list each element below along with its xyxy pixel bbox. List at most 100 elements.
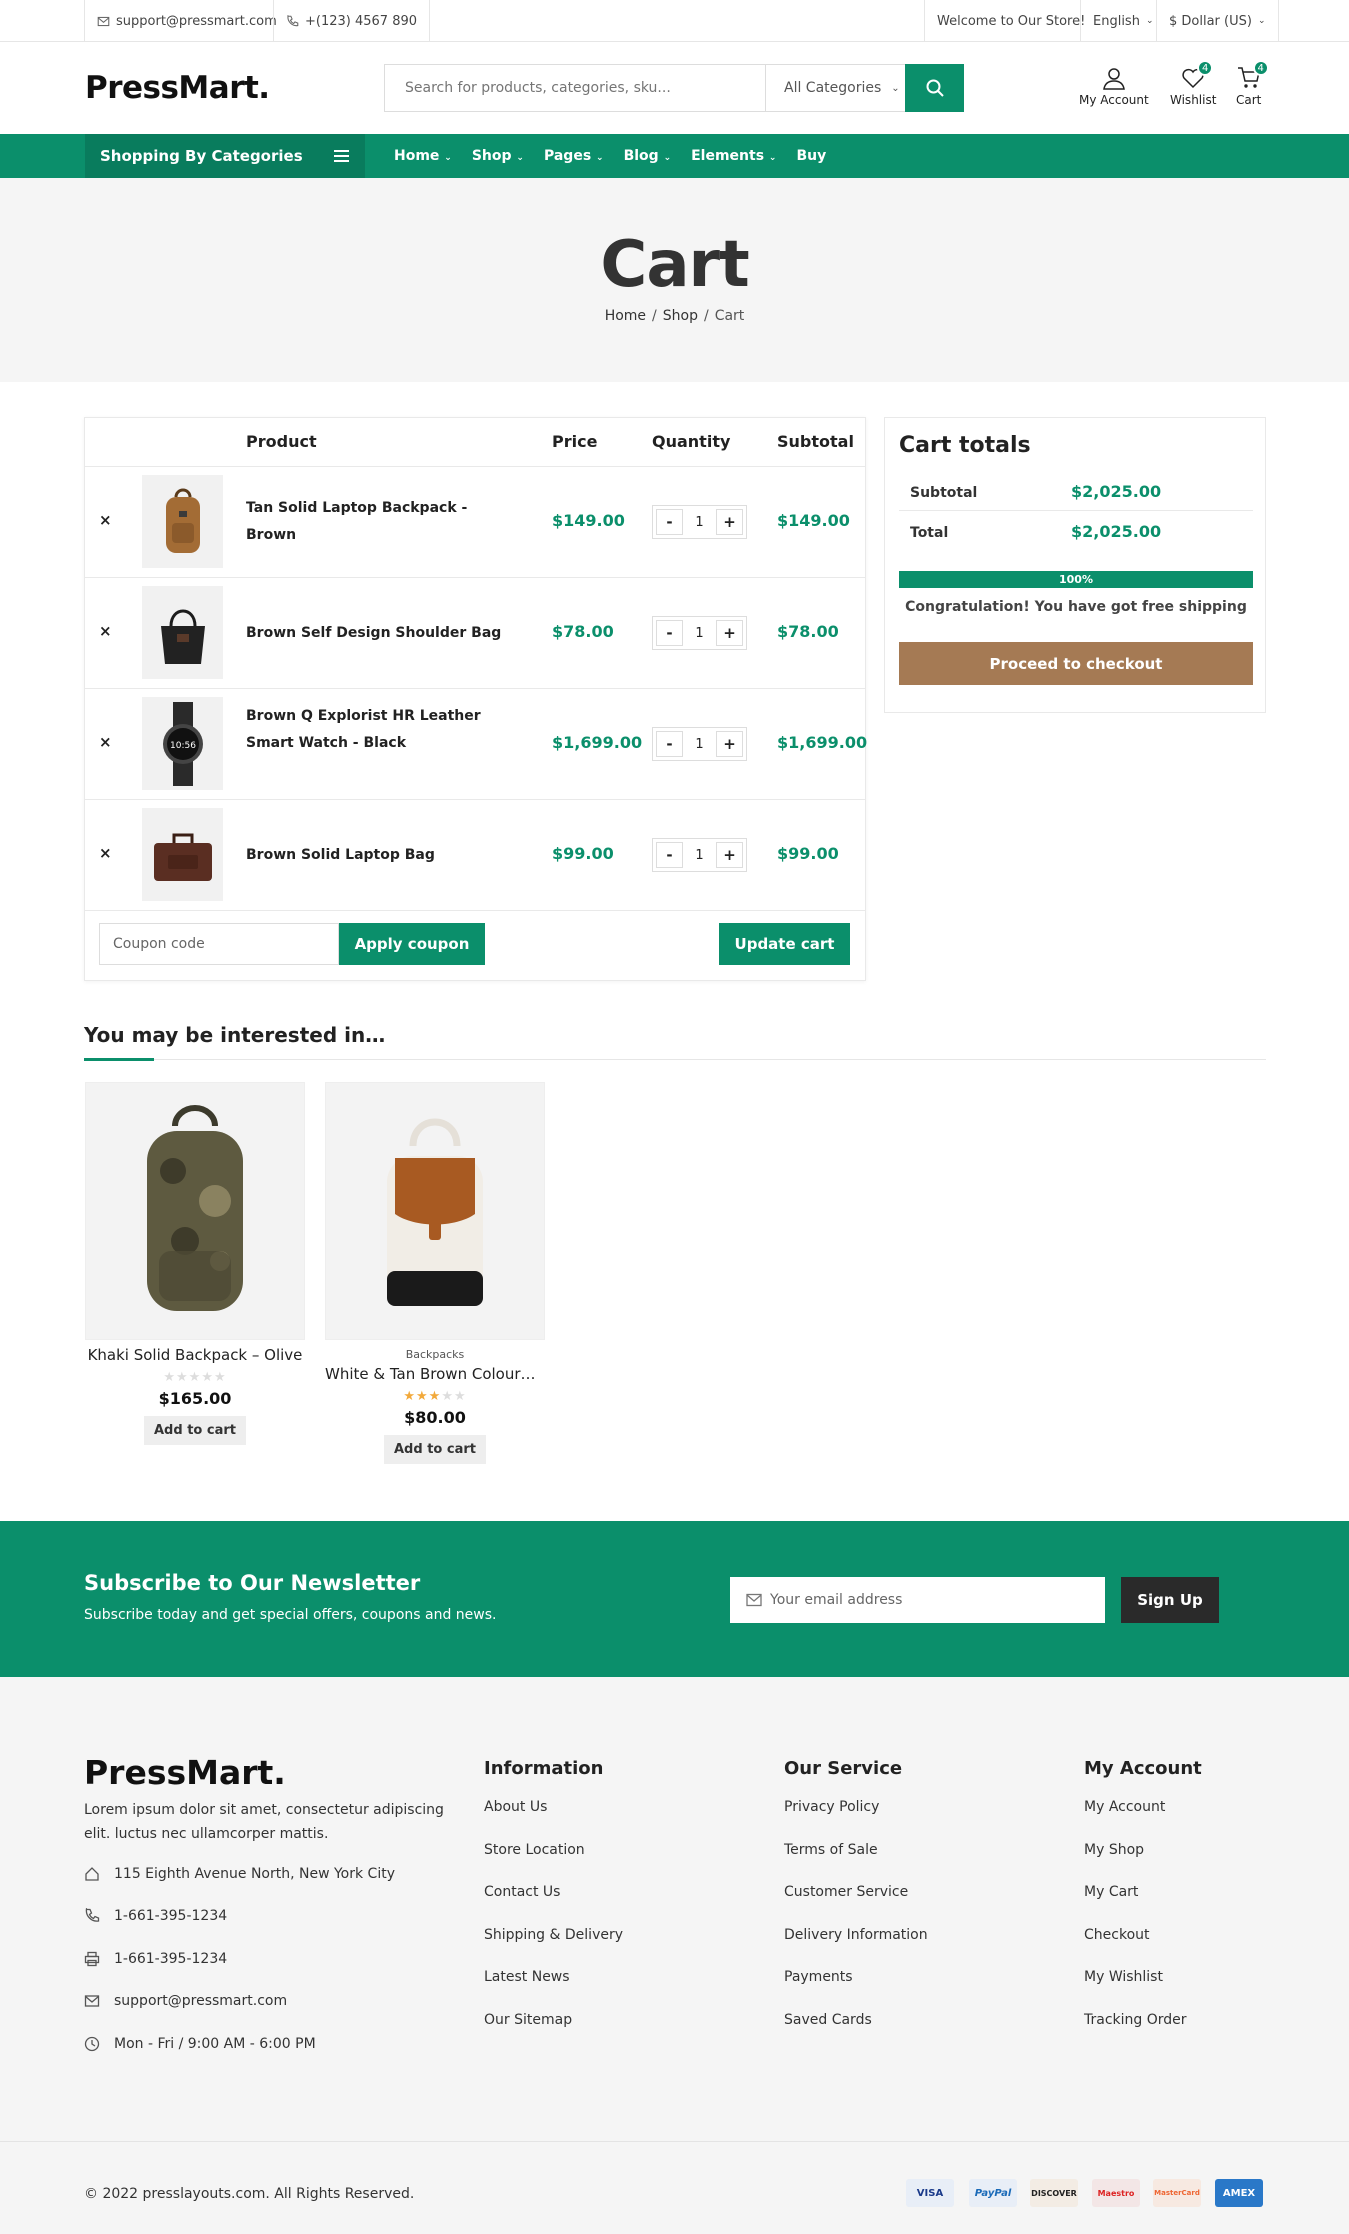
footer-link[interactable]: Privacy Policy xyxy=(784,1799,928,1842)
footer-link[interactable]: Our Sitemap xyxy=(484,2012,623,2055)
breadcrumb-home[interactable]: Home xyxy=(605,308,646,324)
phone-icon xyxy=(287,14,299,26)
product-thumbnail[interactable] xyxy=(142,808,223,901)
remove-item-button[interactable]: × xyxy=(99,622,112,640)
product-card: Backpacks White & Tan Brown Colourblocke… xyxy=(325,1082,545,1464)
mastercard-icon: MasterCard xyxy=(1153,2179,1201,2207)
remove-item-button[interactable]: × xyxy=(99,733,112,751)
product-name-link[interactable]: Brown Solid Laptop Bag xyxy=(246,842,506,869)
breadcrumb-shop[interactable]: Shop xyxy=(663,308,698,324)
language-select[interactable]: English ⌄ xyxy=(1080,0,1166,42)
rating-stars: ★★★★★ xyxy=(325,1389,545,1404)
cart-totals-title: Cart totals xyxy=(899,433,1031,458)
currency-select[interactable]: $ Dollar (US) ⌄ xyxy=(1156,0,1279,42)
account-link[interactable]: My Account xyxy=(1079,66,1149,107)
topbar-phone-text: +(123) 4567 890 xyxy=(305,13,418,29)
increment-button[interactable]: + xyxy=(716,620,743,646)
product-name-link[interactable]: Tan Solid Laptop Backpack - Brown xyxy=(246,495,506,549)
newsletter-email-input[interactable]: Your email address xyxy=(730,1577,1105,1623)
address-text: 115 Eighth Avenue North, New York City xyxy=(114,1866,395,1882)
item-price: $1,699.00 xyxy=(552,733,643,752)
search-button[interactable] xyxy=(905,64,964,112)
update-cart-button[interactable]: Update cart xyxy=(719,923,850,965)
footer-link[interactable]: My Shop xyxy=(1084,1842,1202,1885)
product-title-link[interactable]: Khaki Solid Backpack – Olive xyxy=(85,1346,305,1364)
product-image[interactable] xyxy=(325,1082,545,1340)
footer-link[interactable]: Saved Cards xyxy=(784,2012,928,2055)
star-icon: ★ xyxy=(441,1389,454,1404)
add-to-cart-button[interactable]: Add to cart xyxy=(144,1416,246,1445)
footer-link[interactable]: Tracking Order xyxy=(1084,2012,1202,2055)
footer-link[interactable]: Shipping & Delivery xyxy=(484,1927,623,1970)
topbar-welcome: Welcome to Our Store! xyxy=(924,0,1097,42)
chevron-down-icon: ⌄ xyxy=(891,82,900,94)
nav-home[interactable]: Home ⌄ xyxy=(394,148,452,164)
footer-link[interactable]: Customer Service xyxy=(784,1884,928,1927)
apply-coupon-button[interactable]: Apply coupon xyxy=(339,923,485,965)
footer-link[interactable]: Store Location xyxy=(484,1842,623,1885)
quantity-input[interactable]: 1 xyxy=(686,617,713,649)
coupon-input[interactable]: Coupon code xyxy=(99,923,339,965)
nav-elements[interactable]: Elements ⌄ xyxy=(691,148,776,164)
search-input[interactable] xyxy=(385,65,765,111)
chevron-down-icon: ⌄ xyxy=(768,153,777,163)
quantity-stepper: -1 + xyxy=(652,838,747,872)
remove-item-button[interactable]: × xyxy=(99,511,112,529)
footer-link[interactable]: Delivery Information xyxy=(784,1927,928,1970)
categories-button[interactable]: Shopping By Categories xyxy=(85,134,365,178)
footer-link[interactable]: Latest News xyxy=(484,1969,623,2012)
topbar-phone[interactable]: +(123) 4567 890 xyxy=(273,0,431,42)
product-title-link[interactable]: White & Tan Brown Colourblocked Backpack xyxy=(325,1365,545,1383)
category-select[interactable]: All Categories ⌄ xyxy=(765,65,905,111)
product-category[interactable]: Backpacks xyxy=(325,1348,545,1361)
footer-link[interactable]: My Account xyxy=(1084,1799,1202,1842)
footer-email[interactable]: support@pressmart.com xyxy=(84,1993,287,2009)
footer-link[interactable]: About Us xyxy=(484,1799,623,1842)
quantity-input[interactable]: 1 xyxy=(686,839,713,871)
item-price: $149.00 xyxy=(552,511,625,530)
proceed-to-checkout-button[interactable]: Proceed to checkout xyxy=(899,642,1253,685)
nav-pages[interactable]: Pages ⌄ xyxy=(544,148,604,164)
product-thumbnail[interactable] xyxy=(142,586,223,679)
product-thumbnail[interactable] xyxy=(142,475,223,568)
footer-link[interactable]: Checkout xyxy=(1084,1927,1202,1970)
decrement-button[interactable]: - xyxy=(656,509,683,535)
footer-logo[interactable]: PressMart. xyxy=(84,1753,286,1792)
product-name-link[interactable]: Brown Q Explorist HR Leather Smart Watch… xyxy=(246,703,506,757)
remove-item-button[interactable]: × xyxy=(99,844,112,862)
quantity-input[interactable]: 1 xyxy=(686,506,713,538)
site-logo[interactable]: PressMart. xyxy=(85,70,270,106)
product-thumbnail[interactable]: 10:56 xyxy=(142,697,223,790)
increment-button[interactable]: + xyxy=(716,509,743,535)
star-icon: ★ xyxy=(453,1389,467,1404)
footer-link[interactable]: Payments xyxy=(784,1969,928,2012)
add-to-cart-button[interactable]: Add to cart xyxy=(384,1435,486,1464)
increment-button[interactable]: + xyxy=(716,731,743,757)
star-icon: ★ xyxy=(176,1370,189,1385)
decrement-button[interactable]: - xyxy=(656,731,683,757)
increment-button[interactable]: + xyxy=(716,842,743,868)
nav-shop[interactable]: Shop ⌄ xyxy=(472,148,524,164)
cart-link[interactable]: 4 Cart xyxy=(1236,60,1269,107)
footer-link[interactable]: Terms of Sale xyxy=(784,1842,928,1885)
backpack-image xyxy=(165,488,200,553)
sign-up-button[interactable]: Sign Up xyxy=(1121,1577,1219,1623)
decrement-button[interactable]: - xyxy=(656,620,683,646)
product-image[interactable] xyxy=(85,1082,305,1340)
footer-link[interactable]: Contact Us xyxy=(484,1884,623,1927)
decrement-button[interactable]: - xyxy=(656,842,683,868)
copyright-text: © 2022 presslayouts.com. All Rights Rese… xyxy=(84,2186,415,2202)
quantity-input[interactable]: 1 xyxy=(686,728,713,760)
footer-link[interactable]: My Wishlist xyxy=(1084,1969,1202,2012)
nav-buy[interactable]: Buy xyxy=(796,148,826,164)
smart-watch-image: 10:56 xyxy=(162,701,203,786)
mail-icon xyxy=(97,16,110,26)
nav-blog[interactable]: Blog ⌄ xyxy=(624,148,672,164)
footer-link[interactable]: My Cart xyxy=(1084,1884,1202,1927)
topbar-email[interactable]: support@pressmart.com xyxy=(84,0,289,42)
quantity-stepper: -1 + xyxy=(652,727,747,761)
wishlist-link[interactable]: 4 Wishlist xyxy=(1170,60,1216,107)
quantity-stepper: -1 + xyxy=(652,616,747,650)
product-name-link[interactable]: Brown Self Design Shoulder Bag xyxy=(246,620,506,647)
footer-phone[interactable]: 1-661-395-1234 xyxy=(84,1908,227,1924)
